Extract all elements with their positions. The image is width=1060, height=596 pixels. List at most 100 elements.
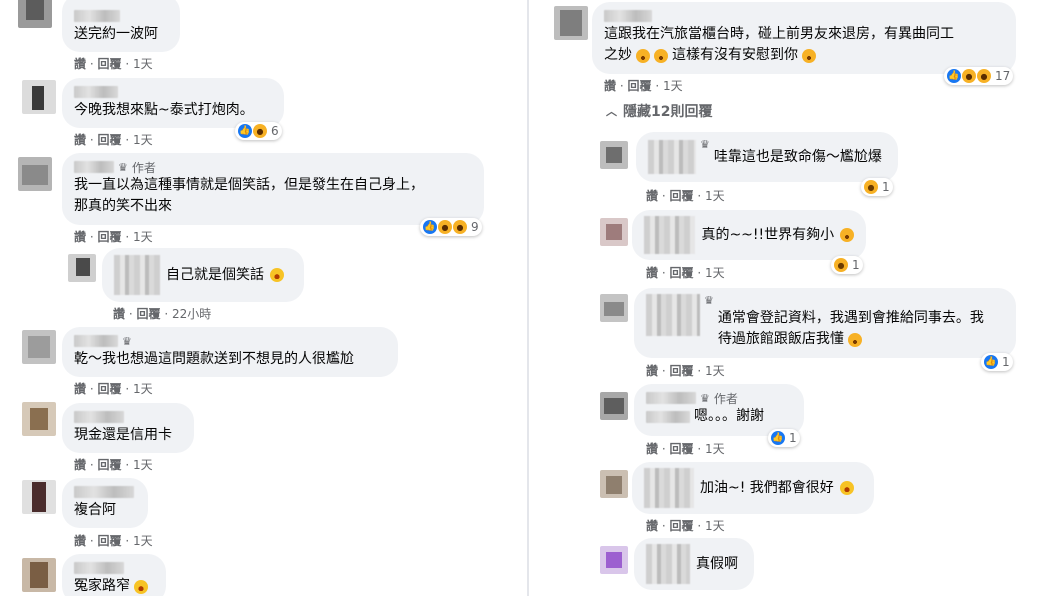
reaction-summary[interactable]: ● 1 <box>831 256 863 274</box>
timestamp[interactable]: 1天 <box>133 57 153 71</box>
reply-link[interactable]: 回覆 <box>670 519 694 533</box>
hide-replies-link[interactable]: ︿ 隱藏12則回覆 <box>606 101 712 121</box>
reply-link[interactable]: 回覆 <box>98 458 122 472</box>
blurred-name[interactable] <box>74 161 114 173</box>
comment-actions: 讚 · 回覆 · 1天 <box>646 266 725 280</box>
reply-link[interactable]: 回覆 <box>670 266 694 280</box>
avatar[interactable] <box>600 218 628 246</box>
like-link[interactable]: 讚 <box>74 382 86 396</box>
reply-link[interactable]: 回覆 <box>98 57 122 71</box>
avatar[interactable] <box>18 0 52 28</box>
top-fan-badge-icon: ♛ <box>700 391 710 405</box>
avatar[interactable] <box>600 141 628 169</box>
blurred-name[interactable] <box>74 10 120 22</box>
timestamp[interactable]: 1天 <box>133 458 153 472</box>
reaction-summary[interactable]: 👍 1 <box>981 353 1013 371</box>
haha-reaction-icon: ● <box>864 180 878 194</box>
top-fan-badge-icon: ♛ <box>700 138 710 151</box>
comment-text: 今晚我想來點~泰式打炮肉。 <box>74 102 254 118</box>
avatar[interactable] <box>554 6 588 40</box>
comment-text: 哇靠這也是致命傷～尷尬爆 <box>713 148 882 165</box>
haha-reaction-icon: ● <box>834 258 848 272</box>
blurred-name[interactable] <box>646 544 690 584</box>
avatar[interactable] <box>22 80 56 114</box>
like-link[interactable]: 讚 <box>74 230 86 244</box>
blurred-name[interactable] <box>114 255 160 295</box>
blurred-name[interactable] <box>74 411 124 423</box>
blurred-name[interactable] <box>646 392 696 404</box>
comment-text: 真的~~!!世界有夠小 <box>701 226 835 243</box>
reply-link[interactable]: 回覆 <box>670 364 694 378</box>
avatar[interactable] <box>22 480 56 514</box>
blurred-name[interactable] <box>604 10 652 22</box>
reply-link[interactable]: 回覆 <box>98 382 122 396</box>
avatar[interactable] <box>22 330 56 364</box>
reply-link[interactable]: 回覆 <box>98 133 122 147</box>
like-link[interactable]: 讚 <box>646 364 658 378</box>
avatar[interactable] <box>600 294 628 322</box>
comment-text: 嗯。。。謝謝 <box>694 408 764 424</box>
comment-text-line: 待過旅館跟飯店我懂 <box>717 331 844 347</box>
like-link[interactable]: 讚 <box>646 442 658 456</box>
reaction-summary[interactable]: ● 1 <box>861 178 893 196</box>
blurred-name[interactable] <box>644 468 694 508</box>
avatar[interactable] <box>600 546 628 574</box>
blurred-name[interactable] <box>646 294 700 336</box>
reply-link[interactable]: 回覆 <box>137 307 161 321</box>
reaction-summary[interactable]: 👍 ● 6 <box>235 122 282 140</box>
avatar[interactable] <box>600 392 628 420</box>
like-link[interactable]: 讚 <box>74 458 86 472</box>
comment-actions: 讚 · 回覆 · 1天 <box>74 382 153 396</box>
like-link[interactable]: 讚 <box>604 79 616 93</box>
timestamp[interactable]: 1天 <box>705 364 725 378</box>
reply-link[interactable]: 回覆 <box>98 534 122 548</box>
avatar[interactable] <box>68 254 96 282</box>
reaction-summary[interactable]: 👍 ● ● 9 <box>420 218 482 236</box>
sweat-smile-emoji-icon <box>840 228 854 242</box>
timestamp[interactable]: 1天 <box>133 534 153 548</box>
timestamp[interactable]: 1天 <box>663 79 683 93</box>
reply-link[interactable]: 回覆 <box>628 79 652 93</box>
like-link[interactable]: 讚 <box>646 266 658 280</box>
blurred-name[interactable] <box>74 486 134 498</box>
like-link[interactable]: 讚 <box>646 189 658 203</box>
like-link[interactable]: 讚 <box>74 57 86 71</box>
like-reaction-icon: 👍 <box>238 124 252 138</box>
avatar[interactable] <box>600 470 628 498</box>
comment-text: 送完約一波阿 <box>74 26 158 42</box>
like-link[interactable]: 讚 <box>646 519 658 533</box>
reply-link[interactable]: 回覆 <box>670 189 694 203</box>
reaction-summary[interactable]: 👍 1 <box>768 429 800 447</box>
avatar[interactable] <box>22 402 56 436</box>
comment-actions: 讚 · 回覆 · 1天 <box>74 57 153 71</box>
timestamp[interactable]: 1天 <box>705 519 725 533</box>
timestamp[interactable]: 1天 <box>133 230 153 244</box>
reply-link[interactable]: 回覆 <box>98 230 122 244</box>
timestamp[interactable]: 22小時 <box>172 307 211 321</box>
like-link[interactable]: 讚 <box>113 307 125 321</box>
reaction-summary[interactable]: 👍 ● ● 17 <box>944 67 1014 85</box>
blurred-name[interactable] <box>74 562 124 574</box>
timestamp[interactable]: 1天 <box>133 382 153 396</box>
like-link[interactable]: 讚 <box>74 534 86 548</box>
blurred-name[interactable] <box>74 86 118 98</box>
like-link[interactable]: 讚 <box>74 133 86 147</box>
comment-text: 加油~! 我們都會很好 <box>700 479 834 496</box>
wow-reaction-icon: ● <box>253 124 267 138</box>
timestamp[interactable]: 1天 <box>133 133 153 147</box>
avatar[interactable] <box>18 157 52 191</box>
comment-bubble: ♛ 乾～我也想過這問題款送到不想見的人很尷尬 <box>62 327 398 377</box>
avatar[interactable] <box>22 558 56 592</box>
reply-link[interactable]: 回覆 <box>670 442 694 456</box>
like-reaction-icon: 👍 <box>423 220 437 234</box>
timestamp[interactable]: 1天 <box>705 189 725 203</box>
blurred-name[interactable] <box>644 216 696 254</box>
timestamp[interactable]: 1天 <box>705 442 725 456</box>
blurred-name[interactable] <box>646 410 690 423</box>
top-fan-badge-icon: ♛ <box>118 160 128 174</box>
blurred-name[interactable] <box>648 140 696 174</box>
timestamp[interactable]: 1天 <box>705 266 725 280</box>
sweat-smile-emoji-icon <box>636 48 650 63</box>
comment-actions: 讚 · 回覆 · 1天 <box>646 364 725 378</box>
blurred-name[interactable] <box>74 335 118 347</box>
